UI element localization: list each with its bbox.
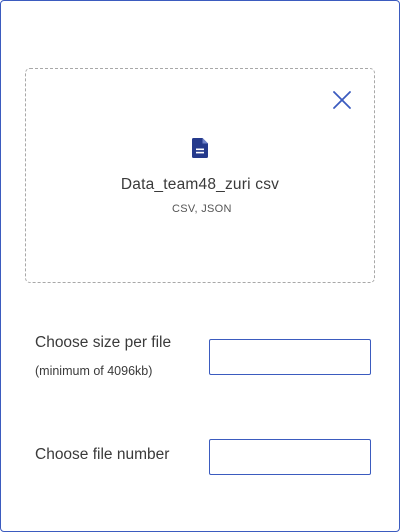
file-number-input[interactable] [209,439,371,475]
close-icon[interactable] [332,90,352,110]
file-document-icon [190,137,210,159]
uploaded-file-name: Data_team48_zuri csv [120,176,280,193]
size-per-file-label: Choose size per file [35,334,172,351]
accepted-file-types: CSV, JSON [172,203,232,215]
size-per-file-input[interactable] [209,339,371,375]
size-minimum-hint: (minimum of 4096kb) [35,364,153,378]
file-number-label: Choose file number [35,446,170,463]
